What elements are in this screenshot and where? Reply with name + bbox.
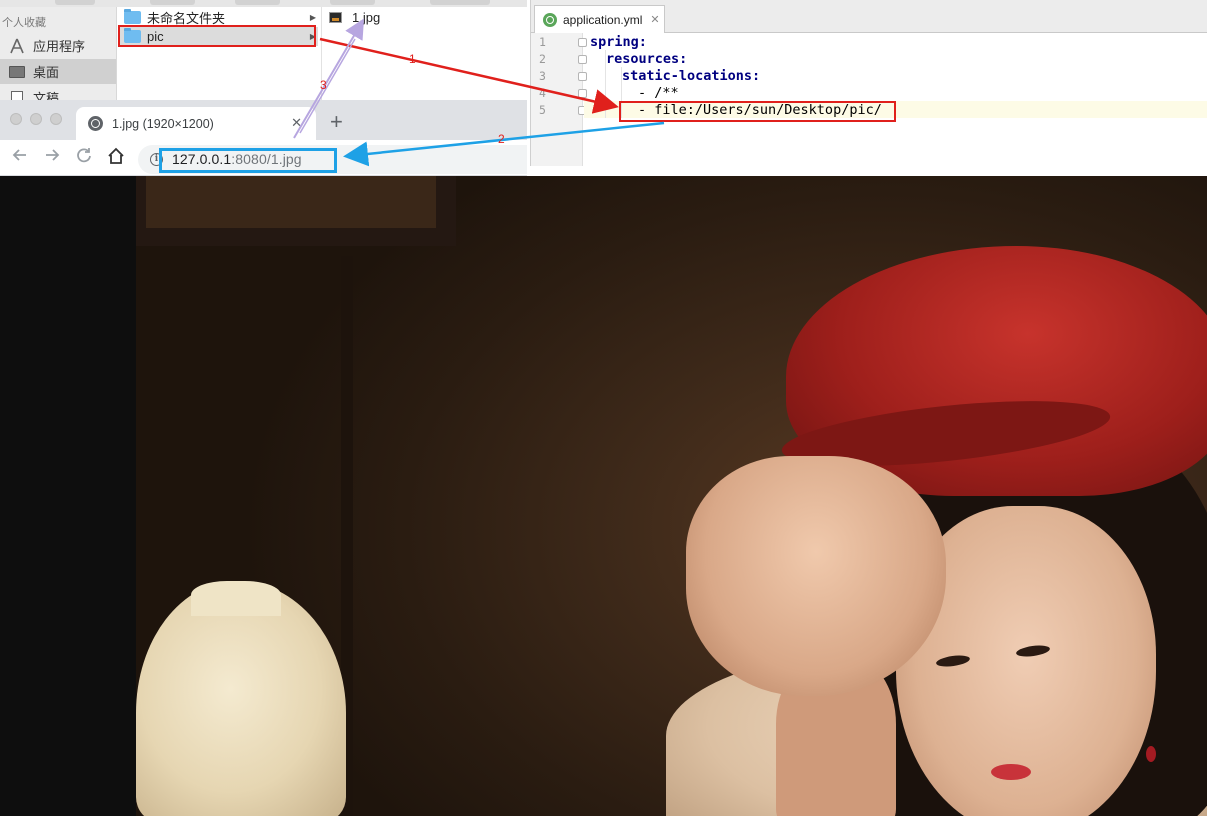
code-line-3: static-locations: (622, 68, 761, 84)
folder-label: 未命名文件夹 (147, 11, 226, 26)
new-tab-button[interactable]: + (330, 110, 343, 134)
line-number: 4 (539, 86, 546, 100)
reload-icon[interactable] (75, 146, 93, 170)
folder-row-unnamed[interactable]: 未命名文件夹 ▶ (120, 8, 318, 27)
sidebar-section-favorites: 个人收藏 (2, 17, 46, 29)
sidebar-item-label: 桌面 (33, 65, 60, 80)
file-label: 1.jpg (352, 10, 381, 25)
home-icon[interactable] (106, 146, 126, 172)
apps-icon (8, 38, 26, 54)
spring-yml-icon (543, 12, 557, 27)
folder-row-pic[interactable]: pic ▶ (120, 27, 318, 46)
finder-column-pic: 1.jpg (322, 7, 527, 100)
image-viewer (0, 176, 1207, 816)
finder-window: 个人收藏 应用程序 桌面 文稿 未命名文件夹 ▶ pic ▶ 1.jpg (0, 0, 527, 100)
zoom-window-button[interactable] (50, 113, 62, 125)
sidebar-item-label: 文稿 (33, 91, 60, 100)
line-number: 1 (539, 35, 546, 49)
line-number: 3 (539, 69, 546, 83)
chevron-right-icon: ▶ (309, 13, 316, 22)
code-editor[interactable]: spring: resources: static-locations: - /… (584, 33, 1207, 166)
close-icon[interactable]: ✕ (650, 13, 659, 26)
folder-icon (124, 9, 141, 24)
browser-tab-title: 1.jpg (1920×1200) (112, 116, 214, 131)
editor-tab-bar: application.yml ✕ (531, 0, 1207, 33)
minimize-window-button[interactable] (30, 113, 42, 125)
code-line-2: resources: (606, 51, 688, 67)
finder-column-desktop: 未命名文件夹 ▶ pic ▶ (117, 7, 322, 100)
chevron-right-icon: ▶ (309, 32, 316, 41)
folder-label: pic (147, 29, 164, 44)
vase (136, 581, 346, 816)
finder-sidebar: 个人收藏 应用程序 桌面 文稿 (0, 7, 117, 100)
line-number: 5 (539, 103, 546, 117)
browser-tab[interactable]: 1.jpg (1920×1200) ✕ (76, 107, 316, 140)
tab-application-yml[interactable]: application.yml ✕ (534, 5, 665, 33)
sidebar-item-label: 应用程序 (33, 39, 86, 54)
sidebar-item-documents[interactable]: 文稿 (0, 85, 116, 100)
documents-icon (8, 90, 26, 100)
code-line-1: spring: (590, 34, 647, 50)
sidebar-item-desktop[interactable]: 桌面 (0, 59, 116, 84)
line-number: 2 (539, 52, 546, 66)
code-line-5: - file:/Users/sun/Desktop/pic/ (638, 102, 882, 118)
sidebar-item-applications[interactable]: 应用程序 (0, 33, 116, 58)
back-arrow-icon[interactable] (11, 146, 29, 170)
highlight-box-url (159, 148, 337, 173)
desktop-icon (8, 64, 26, 80)
close-icon[interactable]: ✕ (291, 115, 302, 131)
hands (686, 456, 946, 696)
displayed-photo (136, 176, 1207, 816)
tab-label: application.yml (563, 12, 643, 27)
folder-icon (124, 28, 141, 43)
jpg-file-icon (329, 12, 342, 23)
finder-toolbar-strip (0, 0, 527, 7)
code-line-4: - /** (638, 85, 679, 101)
forward-arrow-icon[interactable] (43, 146, 61, 170)
ide-window: application.yml ✕ 1 2 3 4 5 spring: reso… (530, 0, 1207, 166)
close-window-button[interactable] (10, 113, 22, 125)
line-number-gutter: 1 2 3 4 5 (531, 33, 587, 166)
globe-icon (88, 116, 103, 131)
file-row-1jpg[interactable]: 1.jpg (325, 8, 524, 27)
